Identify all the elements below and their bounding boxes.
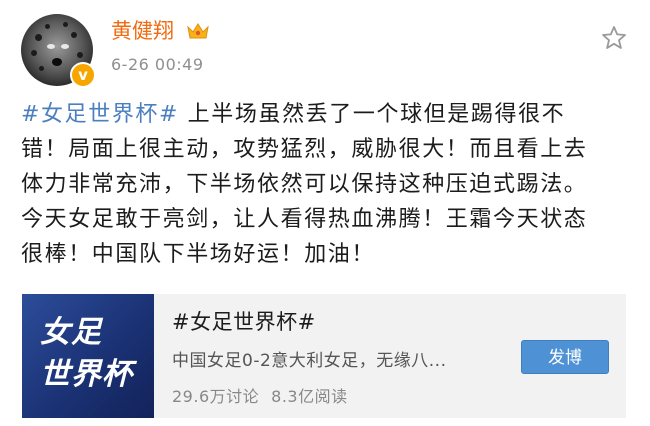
topic-thumbnail[interactable]: 女足 世界杯 (22, 294, 154, 418)
post-line: #女足世界杯# 上半场虽然丢了一个球但是踢得很不 (21, 97, 633, 132)
publish-button[interactable]: 发博 (521, 340, 609, 374)
thumbnail-text-line1: 女足 (40, 315, 102, 350)
discussion-count: 29.6万讨论 (172, 387, 260, 406)
author-name[interactable]: 黄健翔 (111, 18, 174, 44)
post-line: 错！局面上很主动，攻势猛烈，威胁很大！而且看上去 (21, 137, 588, 162)
verified-badge-icon: v (70, 62, 96, 88)
post-line: 今天女足敢于亮剑，让人看得热血沸腾！王霜今天状态 (21, 207, 588, 232)
topic-title[interactable]: #女足世界杯# (172, 306, 316, 336)
topic-description: 中国女足0-2意大利女足，无缘八... (172, 351, 447, 371)
post-line-text: 上半场虽然丢了一个球但是踢得很不 (179, 102, 566, 127)
post-body: #女足世界杯# 上半场虽然丢了一个球但是踢得很不 错！局面上很主动，攻势猛烈，威… (21, 97, 633, 272)
topic-card[interactable]: 女足 世界杯 #女足世界杯# 中国女足0-2意大利女足，无缘八... 29.6万… (22, 294, 626, 418)
star-icon[interactable] (600, 24, 628, 52)
thumbnail-text-line2: 世界杯 (40, 357, 133, 392)
post-timestamp: 6-26 00:49 (111, 55, 204, 74)
read-count: 8.3亿阅读 (271, 387, 348, 406)
topic-stats: 29.6万讨论 8.3亿阅读 (172, 383, 348, 407)
post-line: 体力非常充沛，下半场依然可以保持这种压迫式踢法。 (21, 172, 588, 197)
post-hashtag[interactable]: #女足世界杯# (21, 102, 179, 127)
post-line: 很棒！中国队下半场好运！加油！ (21, 242, 376, 267)
vip-crown-icon[interactable] (186, 21, 210, 41)
